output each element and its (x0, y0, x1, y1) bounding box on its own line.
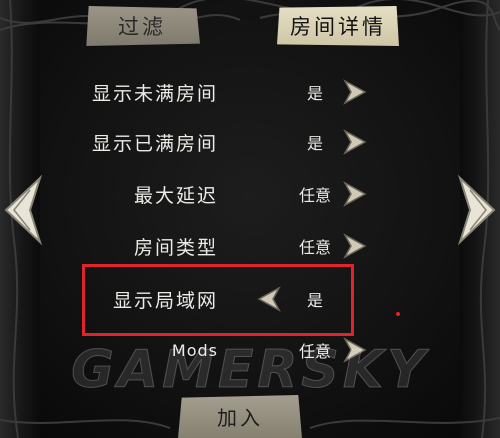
filter-row-label: 房间类型 (133, 236, 218, 259)
tab-room-details-label: 房间详情 (290, 15, 386, 39)
watermark: GAMERSKY (71, 340, 429, 401)
page-left-arrow-icon[interactable] (0, 172, 44, 248)
page-right-arrow-icon[interactable] (456, 172, 500, 248)
filter-row-show-not-full: 显示未满房间 是 (0, 72, 500, 112)
filter-row-label: 最大延迟 (133, 184, 218, 207)
filter-row-room-type: 房间类型 任意 (0, 226, 500, 266)
filter-row-label: 显示已满房间 (91, 132, 218, 155)
annotation-dot (396, 312, 400, 316)
join-button-label: 加入 (217, 406, 263, 430)
chevron-right-icon[interactable] (340, 78, 368, 106)
chevron-right-icon[interactable] (340, 232, 368, 260)
filter-row-value: 任意 (298, 186, 331, 205)
filter-row-show-full: 显示已满房间 是 (0, 122, 500, 162)
tab-room-details[interactable]: 房间详情 (277, 6, 399, 46)
filter-row-label: 显示未满房间 (91, 82, 218, 105)
chevron-right-icon[interactable] (340, 128, 368, 156)
filter-row-value: 是 (306, 134, 323, 153)
highlight-annotation-box (82, 264, 354, 336)
filter-row-max-ping: 最大延迟 任意 (0, 174, 500, 214)
filter-row-value: 是 (306, 84, 323, 103)
chevron-right-icon[interactable] (340, 180, 368, 208)
filter-row-value: 任意 (298, 238, 331, 257)
tab-filter-label: 过滤 (118, 15, 166, 39)
tab-filter[interactable]: 过滤 (86, 6, 200, 46)
join-button[interactable]: 加入 (178, 395, 302, 438)
